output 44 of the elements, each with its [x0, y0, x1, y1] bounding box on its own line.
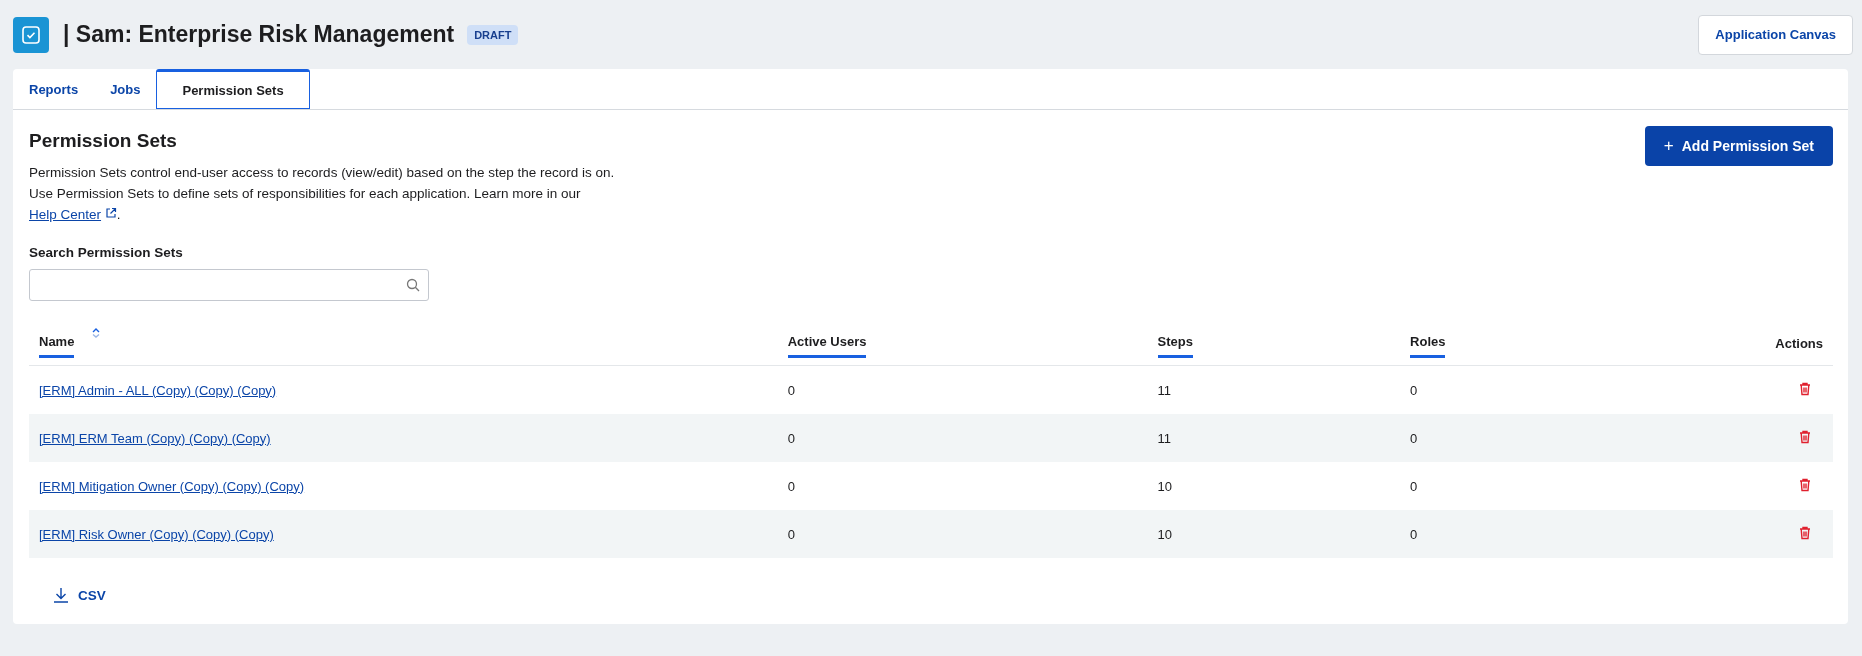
table-cell: 0	[787, 478, 795, 494]
sort-icon[interactable]	[92, 328, 101, 338]
table-cell: 0	[787, 382, 795, 398]
column-header[interactable]: Roles	[1410, 328, 1446, 358]
description-text: Permission Sets control end-user access to records (view/edit) based on the step the record is on.	[29, 164, 615, 182]
table-cell: 11	[1157, 382, 1171, 398]
search-field[interactable]	[29, 269, 429, 301]
csv-download-button[interactable]: CSV	[47, 586, 112, 604]
tab[interactable]: Permission Sets	[156, 69, 310, 109]
tab[interactable]: Reports	[13, 69, 95, 109]
delete-icon[interactable]	[1799, 477, 1811, 492]
permission-set-link[interactable]: [ERM] Mitigation Owner (Copy) (Copy) (Copy)	[39, 478, 305, 494]
application-canvas-button[interactable]: Application Canvas	[1698, 14, 1853, 55]
permission-set-link[interactable]: [ERM] Risk Owner (Copy) (Copy) (Copy)	[39, 526, 274, 542]
table-cell: 10	[1157, 526, 1172, 542]
help-center-link[interactable]: Help Center	[29, 207, 102, 222]
delete-icon[interactable]	[1799, 525, 1811, 540]
add-permission-set-button[interactable]: + Add Permission Set	[1644, 126, 1833, 166]
delete-icon[interactable]	[1799, 429, 1811, 444]
column-header[interactable]: Steps	[1157, 328, 1193, 358]
table-cell: 0	[787, 430, 795, 446]
table-cell: 10	[1157, 478, 1172, 494]
tab[interactable]: Jobs	[94, 69, 157, 109]
permission-set-link[interactable]: [ERM] Admin - ALL (Copy) (Copy) (Copy)	[39, 382, 277, 398]
app-logo-icon	[13, 16, 49, 53]
delete-icon[interactable]	[1799, 381, 1811, 396]
section-heading: Permission Sets	[29, 130, 178, 152]
status-badge: DRAFT	[467, 24, 519, 45]
permission-set-link[interactable]: [ERM] ERM Team (Copy) (Copy) (Copy)	[39, 430, 271, 446]
table-cell: 0	[787, 526, 795, 542]
table-cell: 0	[1410, 526, 1418, 542]
download-icon	[53, 587, 69, 603]
column-header[interactable]: Name	[39, 328, 75, 358]
app-title: | Sam: Enterprise Risk Management	[63, 21, 455, 48]
table-cell: 0	[1410, 382, 1418, 398]
table-cell: 0	[1410, 430, 1418, 446]
search-label: Search Permission Sets	[29, 245, 184, 260]
table-cell: 0	[1410, 478, 1418, 494]
column-header: Actions	[1775, 334, 1823, 353]
external-link-icon	[104, 207, 117, 219]
description-text: Use Permission Sets to define sets of responsibilities for each application. Learn more in our Help Center .	[29, 185, 582, 224]
search-icon	[406, 278, 420, 292]
column-header[interactable]: Active Users	[787, 328, 867, 358]
table-cell: 11	[1157, 430, 1171, 446]
